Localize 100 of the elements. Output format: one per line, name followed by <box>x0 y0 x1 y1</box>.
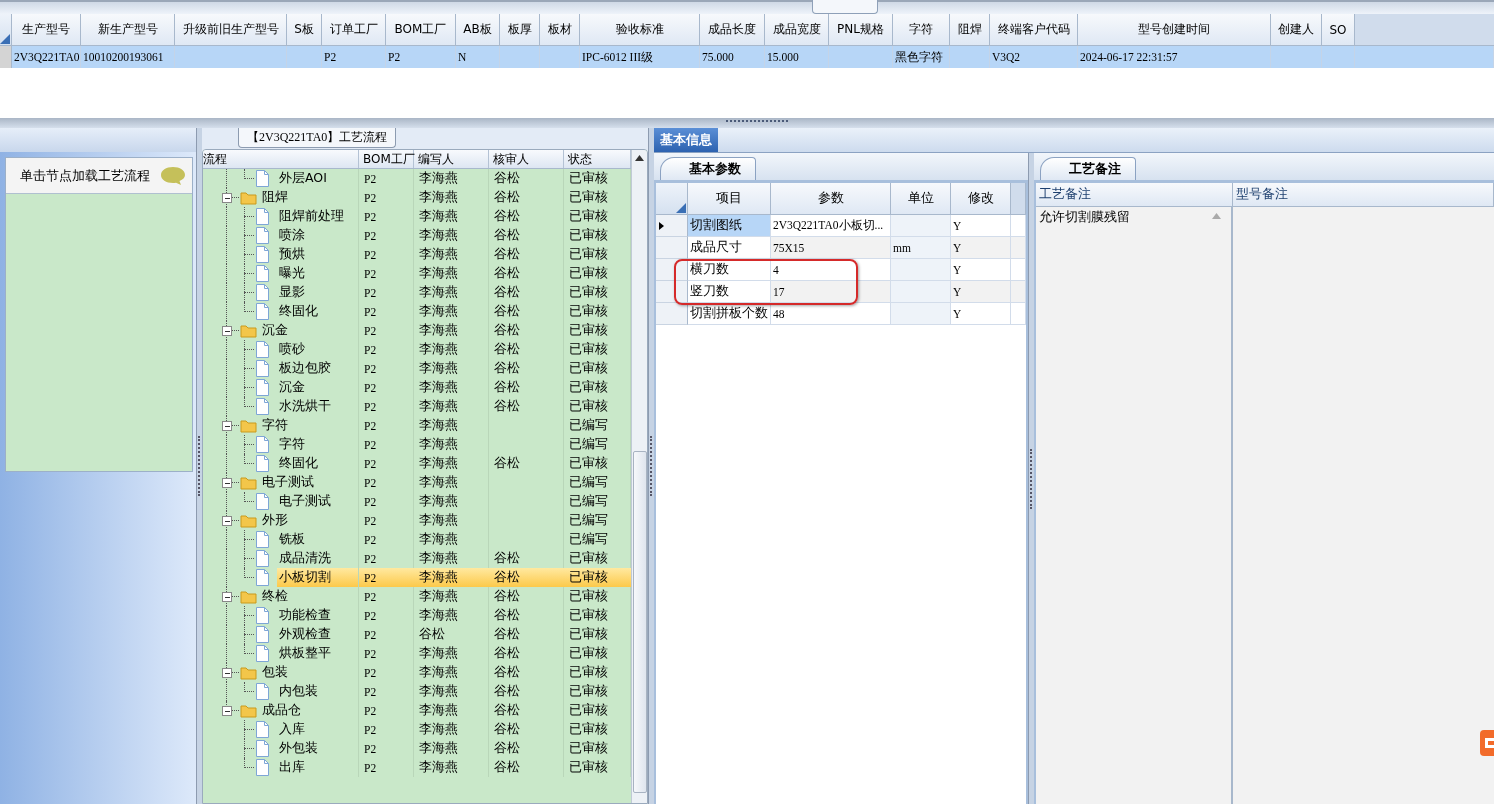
column-header[interactable]: 型号备注 <box>1233 183 1494 207</box>
tree-row[interactable]: 铣板 P2 李海燕 已编写 <box>203 530 631 549</box>
tree-row[interactable]: 字符 P2 李海燕 已编写 <box>203 435 631 454</box>
collapse-icon[interactable] <box>222 193 232 203</box>
collapse-icon[interactable] <box>222 706 232 716</box>
tree-row[interactable]: 入库 P2 李海燕 谷松 已审核 <box>203 720 631 739</box>
tree-row[interactable]: 终固化 P2 李海燕 谷松 已审核 <box>203 302 631 321</box>
document-icon <box>255 284 270 301</box>
tree-row[interactable]: 板边包胶 P2 李海燕 谷松 已审核 <box>203 359 631 378</box>
column-header[interactable]: 订单工厂 <box>322 14 386 46</box>
tree-row[interactable]: 沉金 P2 李海燕 谷松 已审核 <box>203 321 631 340</box>
tree-row[interactable]: 喷砂 P2 李海燕 谷松 已审核 <box>203 340 631 359</box>
table-cell: P2 <box>359 226 414 245</box>
tree-node-label: 外观检查 <box>278 625 332 643</box>
column-header[interactable]: 修改 <box>951 183 1011 215</box>
column-header[interactable]: 核审人 <box>489 150 564 168</box>
tree-row[interactable]: 终检 P2 李海燕 谷松 已审核 <box>203 587 631 606</box>
widget-icon[interactable] <box>1480 730 1494 756</box>
tree-row[interactable]: 包装 P2 李海燕 谷松 已审核 <box>203 663 631 682</box>
table-cell: 2024-06-17 22:31:57 <box>1078 46 1271 68</box>
column-header[interactable]: 板材 <box>540 14 580 46</box>
tree-row[interactable]: 显影 P2 李海燕 谷松 已审核 <box>203 283 631 302</box>
column-header[interactable]: 参数 <box>771 183 891 215</box>
table-cell: 2V3Q221TA0 <box>12 46 81 68</box>
tree-row[interactable]: 阻焊前处理 P2 李海燕 谷松 已审核 <box>203 207 631 226</box>
tree-row[interactable]: 电子测试 P2 李海燕 已编写 <box>203 473 631 492</box>
tab[interactable]: 工艺备注 <box>1040 157 1136 180</box>
collapse-icon[interactable] <box>222 421 232 431</box>
tree-row[interactable]: 电子测试 P2 李海燕 已编写 <box>203 492 631 511</box>
tree-row[interactable]: 沉金 P2 李海燕 谷松 已审核 <box>203 378 631 397</box>
column-header[interactable]: 编写人 <box>414 150 489 168</box>
table-cell: 李海燕 <box>414 606 489 625</box>
table-cell: P2 <box>386 46 456 68</box>
scroll-up-icon[interactable] <box>635 155 644 161</box>
scrollbar-thumb[interactable] <box>632 451 647 793</box>
document-icon <box>255 645 270 662</box>
document-icon <box>255 360 270 377</box>
column-header[interactable]: 字符 <box>893 14 950 46</box>
column-header[interactable]: 创建人 <box>1271 14 1322 46</box>
column-header[interactable]: PNL规格 <box>829 14 893 46</box>
column-header[interactable]: 验收标准 <box>580 14 700 46</box>
scrollbar[interactable] <box>631 150 647 803</box>
tree-node-label: 终固化 <box>278 454 319 472</box>
grid-corner <box>656 183 688 215</box>
table-cell: 谷松 <box>489 340 564 359</box>
column-header[interactable]: 生产型号 <box>12 14 81 46</box>
column-header[interactable]: S板 <box>287 14 322 46</box>
table-cell <box>1011 303 1026 325</box>
tree-row[interactable]: 外层AOI P2 李海燕 谷松 已审核 <box>203 169 631 188</box>
tree-row[interactable]: 外观检查 P2 谷松 谷松 已审核 <box>203 625 631 644</box>
column-header[interactable]: 成品宽度 <box>765 14 829 46</box>
column-header[interactable]: 终端客户代码 <box>990 14 1078 46</box>
column-header[interactable]: 升级前旧生产型号 <box>175 14 287 46</box>
document-icon <box>255 550 270 567</box>
table-cell: 谷松 <box>489 397 564 416</box>
collapse-icon[interactable] <box>222 326 232 336</box>
table-cell: 黑色字符 <box>893 46 950 68</box>
column-header[interactable]: SO <box>1322 14 1355 46</box>
table-cell: 切割图纸 <box>688 215 771 237</box>
table-cell: V3Q2 <box>990 46 1078 68</box>
tree-row[interactable]: 阻焊 P2 李海燕 谷松 已审核 <box>203 188 631 207</box>
column-header[interactable]: 流程 <box>203 150 359 168</box>
table-cell: 李海燕 <box>414 169 489 188</box>
tree-row[interactable]: 水洗烘干 P2 李海燕 谷松 已审核 <box>203 397 631 416</box>
folder-icon <box>240 666 257 680</box>
tree-row[interactable]: 小板切割 P2 李海燕 谷松 已审核 <box>203 568 631 587</box>
column-header[interactable]: 阻焊 <box>950 14 990 46</box>
tree-row[interactable]: 成品仓 P2 李海燕 谷松 已审核 <box>203 701 631 720</box>
row-indicator[interactable] <box>656 215 688 237</box>
tree-node-label: 阻焊 <box>261 188 289 206</box>
tree-row[interactable]: 烘板整平 P2 李海燕 谷松 已审核 <box>203 644 631 663</box>
column-header[interactable]: 新生产型号 <box>81 14 175 46</box>
column-header[interactable]: 项目 <box>688 183 771 215</box>
column-header[interactable]: BOM工厂 <box>359 150 414 168</box>
column-header[interactable]: BOM工厂 <box>386 14 456 46</box>
tree-row[interactable]: 外包装 P2 李海燕 谷松 已审核 <box>203 739 631 758</box>
document-icon <box>255 740 270 757</box>
tree-row[interactable]: 功能检查 P2 李海燕 谷松 已审核 <box>203 606 631 625</box>
collapse-icon[interactable] <box>222 516 232 526</box>
tree-row[interactable]: 预烘 P2 李海燕 谷松 已审核 <box>203 245 631 264</box>
tree-row[interactable]: 内包装 P2 李海燕 谷松 已审核 <box>203 682 631 701</box>
tree-row[interactable]: 终固化 P2 李海燕 谷松 已审核 <box>203 454 631 473</box>
column-header[interactable]: 成品长度 <box>700 14 765 46</box>
collapse-icon[interactable] <box>222 478 232 488</box>
column-header[interactable]: 工艺备注 <box>1036 183 1233 207</box>
collapse-icon[interactable] <box>222 592 232 602</box>
column-header[interactable]: 板厚 <box>500 14 540 46</box>
table-cell: 李海燕 <box>414 568 489 587</box>
column-header[interactable]: 型号创建时间 <box>1078 14 1271 46</box>
tree-row[interactable]: 外形 P2 李海燕 已编写 <box>203 511 631 530</box>
column-header[interactable]: 单位 <box>891 183 951 215</box>
tree-row[interactable]: 出库 P2 李海燕 谷松 已审核 <box>203 758 631 777</box>
tree-row[interactable]: 喷涂 P2 李海燕 谷松 已审核 <box>203 226 631 245</box>
table-cell: 已审核 <box>564 568 631 587</box>
tree-row[interactable]: 曝光 P2 李海燕 谷松 已审核 <box>203 264 631 283</box>
tree-row[interactable]: 字符 P2 李海燕 已编写 <box>203 416 631 435</box>
column-header[interactable]: AB板 <box>456 14 500 46</box>
tab[interactable]: 基本参数 <box>660 157 756 180</box>
tab[interactable]: 基本信息 <box>654 128 718 152</box>
collapse-icon[interactable] <box>222 668 232 678</box>
